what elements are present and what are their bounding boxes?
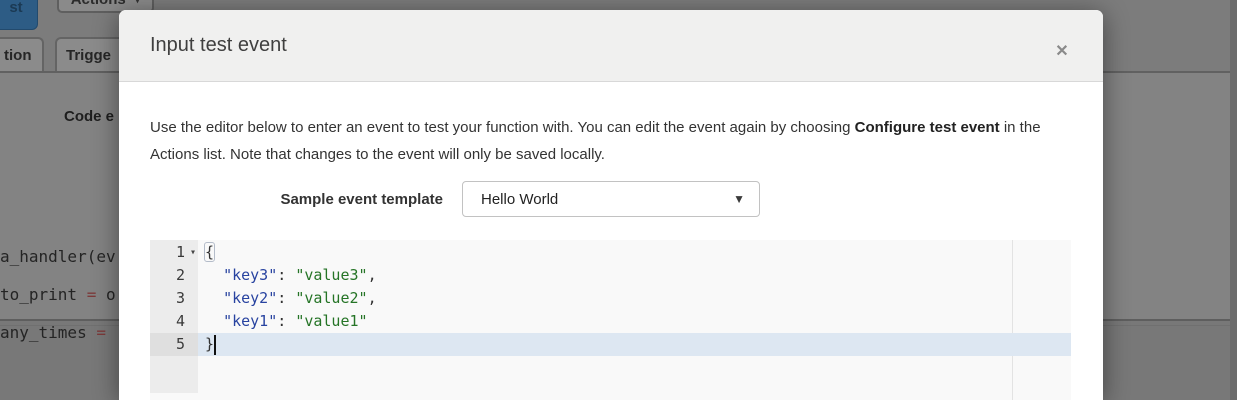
background-code-line: a_handler(ev [0, 247, 116, 267]
tab-configuration[interactable]: tion [0, 37, 44, 71]
code-segment: "key1" [223, 312, 277, 330]
code-line[interactable]: "key1": "value1" [198, 310, 1071, 333]
editor-gutter: 1▾2345 [150, 240, 198, 393]
description-part1: Use the editor below to enter an event t… [150, 119, 855, 136]
code-segment [205, 266, 223, 284]
sample-event-template-row: Sample event template Hello World ▼ [150, 181, 760, 217]
code-segment: "key3" [223, 266, 277, 284]
code-entry-type-label: Code e [64, 108, 114, 125]
sample-event-template-dropdown[interactable]: Hello World ▼ [462, 181, 760, 217]
page: st Actions ▾ tion Trigge Code e a_handle… [0, 0, 1237, 400]
modal-description: Use the editor below to enter an event t… [150, 114, 1080, 168]
json-event-editor[interactable]: 1▾2345 { "key3": "value3", "key2": "valu… [150, 240, 1071, 400]
code-segment: : [277, 266, 295, 284]
test-button[interactable]: st [0, 0, 38, 30]
dropdown-selected-value: Hello World [481, 191, 558, 208]
code-segment: } [205, 335, 214, 353]
code-segment [205, 289, 223, 307]
close-icon[interactable]: ✕ [1052, 42, 1072, 62]
modal-header: Input test event ✕ [119, 10, 1103, 82]
code-segment: "value3" [295, 266, 367, 284]
gutter-line-number: 3 [150, 287, 198, 310]
test-button-label: st [9, 0, 22, 16]
fold-caret-icon[interactable]: ▾ [190, 241, 196, 264]
code-segment: : [277, 289, 295, 307]
code-line[interactable]: { [198, 241, 1071, 264]
code-segment: = [96, 323, 106, 342]
code-segment [205, 312, 223, 330]
background-code-editor: a_handler(evto_print = oany_times = [0, 240, 120, 370]
code-segment: , [368, 266, 377, 284]
code-segment: o [96, 285, 115, 304]
sample-event-template-label: Sample event template [150, 191, 443, 208]
tab-label: Trigge [66, 47, 111, 64]
background-code-line: any_times = [0, 323, 106, 343]
code-segment: : [277, 312, 295, 330]
chevron-down-icon: ▾ [135, 0, 141, 6]
gutter-line-number: 2 [150, 264, 198, 287]
tab-label: tion [4, 47, 32, 64]
actions-button-label: Actions [71, 0, 126, 8]
modal-title: Input test event [150, 34, 287, 57]
background-code-line: to_print = o [0, 285, 116, 305]
description-bold: Configure test event [855, 119, 1000, 136]
code-line[interactable]: "key2": "value2", [198, 287, 1071, 310]
code-segment: "value2" [295, 289, 367, 307]
code-segment: to_print [0, 285, 87, 304]
page-scrollbar[interactable] [1230, 0, 1237, 400]
dropdown-caret-icon: ▼ [733, 192, 745, 206]
code-segment: = [87, 285, 97, 304]
code-segment: "value1" [295, 312, 367, 330]
input-test-event-modal: Input test event ✕ Use the editor below … [119, 10, 1103, 400]
gutter-line-number: 1▾ [150, 241, 198, 264]
editor-text-cursor [214, 335, 216, 355]
code-segment: { [204, 242, 215, 262]
code-segment: a_handler(ev [0, 247, 116, 266]
code-segment: , [368, 289, 377, 307]
code-line[interactable]: } [198, 333, 1071, 356]
code-segment: "key2" [223, 289, 277, 307]
gutter-line-number: 5 [150, 333, 198, 356]
code-segment: any_times [0, 323, 96, 342]
gutter-line-number: 4 [150, 310, 198, 333]
code-line[interactable]: "key3": "value3", [198, 264, 1071, 287]
